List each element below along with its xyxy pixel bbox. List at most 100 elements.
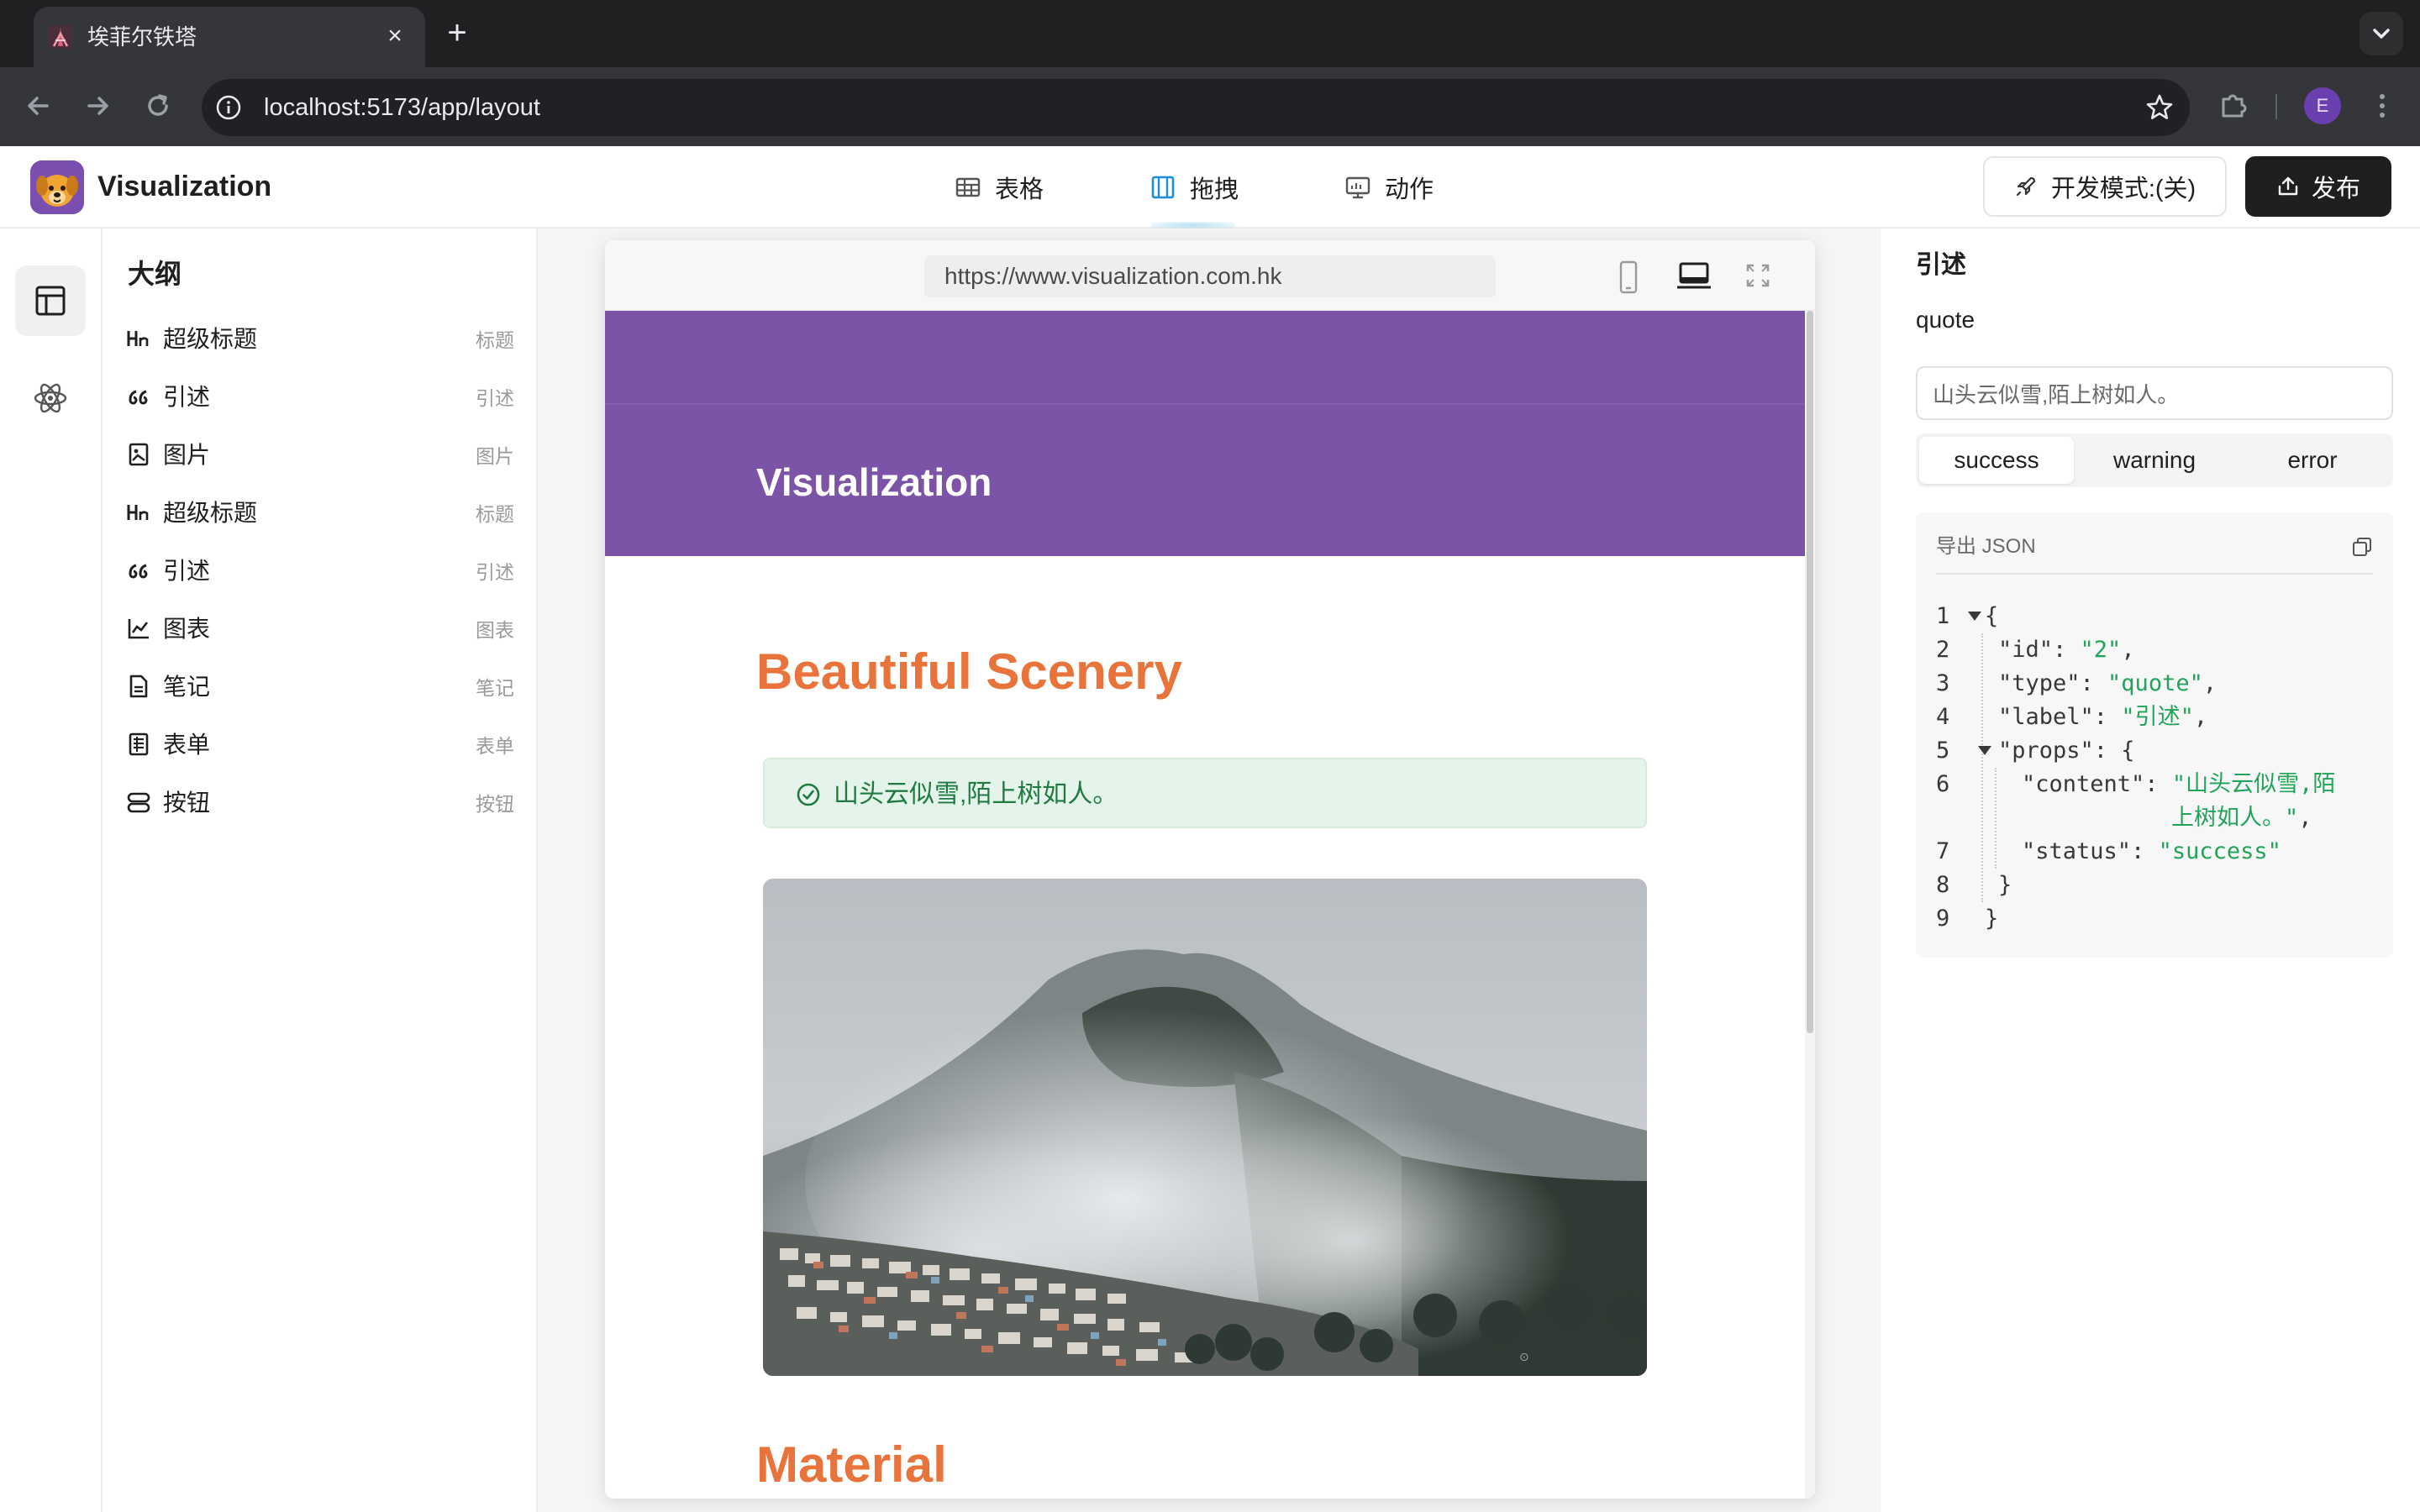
scenery-image[interactable]: ⊙: [763, 879, 1647, 1376]
json-text: {: [1985, 603, 1999, 629]
outline-item-tag: 表单: [476, 735, 514, 757]
laptop-device-icon[interactable]: [1676, 259, 1712, 292]
fold-toggle-icon[interactable]: [1978, 746, 1991, 755]
json-punct: ,: [2121, 637, 2135, 663]
active-tab-indicator: [1151, 222, 1235, 228]
outline-item-tag: 标题: [476, 329, 514, 351]
outline-item-label: 超级标题: [163, 326, 258, 352]
heading-icon: [127, 505, 149, 520]
json-line: 6 "content": "山头云似雪,陌: [1933, 768, 2386, 801]
outline-item-tag: 引述: [476, 387, 514, 409]
outline-item-tag: 标题: [476, 503, 514, 525]
browser-toolbar: localhost:5173/app/layout E: [0, 67, 2420, 146]
json-string: "success": [2158, 838, 2281, 864]
section-heading-2[interactable]: Material: [756, 1435, 947, 1495]
hero-banner[interactable]: Visualization: [605, 311, 1805, 556]
line-number: 6: [1936, 771, 1950, 797]
tab-table-label: 表格: [995, 176, 1044, 203]
preview-url: https://www.visualization.com.hk: [924, 255, 1496, 297]
props-component-type: quote: [1916, 307, 1975, 333]
line-number: 2: [1936, 637, 1950, 663]
line-chart-icon: [128, 619, 149, 639]
json-key: "content":: [2022, 771, 2172, 797]
outline-item-chart[interactable]: 图表 图表: [126, 607, 514, 651]
extensions-puzzle-icon[interactable]: [2215, 87, 2252, 124]
fold-toggle-icon[interactable]: [1968, 612, 1981, 621]
tab-action[interactable]: 动作: [1344, 168, 1434, 207]
app-logo: [30, 160, 84, 214]
outline-item-heading[interactable]: 超级标题 标题: [126, 491, 514, 535]
publish-label: 发布: [2311, 176, 2360, 202]
json-line: 1 {: [1933, 600, 2386, 633]
dev-mode-button[interactable]: 开发模式:(关): [1983, 156, 2227, 217]
new-tab-icon[interactable]: +: [440, 16, 474, 50]
forward-arrow-icon[interactable]: [79, 87, 116, 124]
outline-item-quote[interactable]: 引述 引述: [126, 549, 514, 593]
status-option-success[interactable]: success: [1919, 437, 2074, 484]
copy-icon[interactable]: [2351, 536, 2373, 558]
tab-title: 埃菲尔铁塔: [87, 24, 197, 50]
tab-close-icon[interactable]: ×: [381, 24, 408, 50]
outline-item-note[interactable]: 笔记 笔记: [126, 665, 514, 709]
profile-avatar[interactable]: E: [2304, 87, 2341, 124]
outline-item-label: 引述: [163, 384, 211, 410]
json-punct: ,: [2298, 805, 2312, 831]
quote-content-input[interactable]: [1916, 366, 2393, 420]
quote-block[interactable]: 山头云似雪,陌上树如人。: [763, 758, 1647, 828]
form-icon: [129, 732, 149, 756]
outline-item-label: 超级标题: [163, 500, 258, 526]
json-string: "山头云似雪,陌: [2171, 771, 2336, 797]
scrollbar-thumb[interactable]: [1807, 311, 1813, 1033]
json-line: 2 "id": "2",: [1933, 633, 2386, 667]
chevron-down-icon: [2373, 29, 2390, 39]
preview-scrollbar[interactable]: [1805, 311, 1815, 1499]
site-info-icon[interactable]: [215, 94, 242, 121]
status-option-warning[interactable]: warning: [2077, 437, 2232, 484]
more-vertical-icon[interactable]: [2370, 87, 2395, 124]
action-icon: [1345, 176, 1370, 199]
outline-item-form[interactable]: 表单 表单: [126, 723, 514, 767]
json-line: 5 "props": {: [1933, 734, 2386, 768]
json-line: 4 "label": "引述",: [1933, 701, 2386, 734]
quote-icon: [129, 390, 148, 405]
outline-item-tag: 笔记: [476, 677, 514, 699]
address-bar[interactable]: localhost:5173/app/layout: [202, 79, 2190, 136]
app-header: Visualization 表格 拖拽 动作 开发模式:(关) 发布: [0, 146, 2420, 228]
outline-item-tag: 按钮: [476, 793, 514, 815]
line-number: 4: [1936, 704, 1950, 730]
json-key: "label":: [1998, 704, 2122, 730]
status-option-error[interactable]: error: [2235, 437, 2390, 484]
outline-item-heading[interactable]: 超级标题 标题: [126, 318, 514, 361]
mobile-device-icon[interactable]: [1613, 260, 1644, 294]
line-number: 7: [1936, 838, 1950, 864]
hero-divider: [605, 403, 1805, 405]
reload-icon[interactable]: [139, 87, 176, 124]
browser-tab[interactable]: 埃菲尔铁塔 ×: [34, 7, 425, 67]
json-divider: [1936, 573, 2373, 575]
json-string: "2": [2080, 637, 2122, 663]
json-key: "status":: [2022, 838, 2159, 864]
tab-table[interactable]: 表格: [955, 168, 1044, 207]
section-heading[interactable]: Beautiful Scenery: [756, 642, 1182, 702]
back-arrow-icon[interactable]: [20, 87, 57, 124]
outline-item-quote[interactable]: 引述 引述: [126, 375, 514, 419]
outline-item-label: 引述: [163, 558, 211, 584]
fullscreen-icon[interactable]: [1744, 262, 1771, 289]
json-string: "引述": [2121, 704, 2194, 730]
json-code-viewer[interactable]: 1 { 2 "id": "2", 3 "type": "quote", 4 "l…: [1933, 600, 2386, 936]
react-atom-icon[interactable]: [32, 380, 69, 417]
json-punct: ,: [2202, 670, 2217, 696]
tab-search-button[interactable]: [2360, 12, 2403, 55]
line-number: 8: [1936, 872, 1950, 898]
publish-button[interactable]: 发布: [2245, 156, 2391, 217]
quote-text: 山头云似雪,陌上树如人。: [834, 780, 1118, 808]
outline-item-button[interactable]: 按钮 按钮: [126, 781, 514, 825]
tab-drag[interactable]: 拖拽: [1150, 168, 1239, 207]
outline-item-label: 图表: [163, 616, 211, 642]
bookmark-star-icon[interactable]: [2144, 92, 2175, 123]
rail-layout-button[interactable]: [15, 265, 86, 336]
json-export-title: 导出 JSON: [1936, 535, 2036, 558]
outline-item-image[interactable]: 图片 图片: [126, 433, 514, 477]
outline-item-label: 图片: [163, 442, 211, 468]
address-text[interactable]: localhost:5173/app/layout: [264, 93, 540, 122]
